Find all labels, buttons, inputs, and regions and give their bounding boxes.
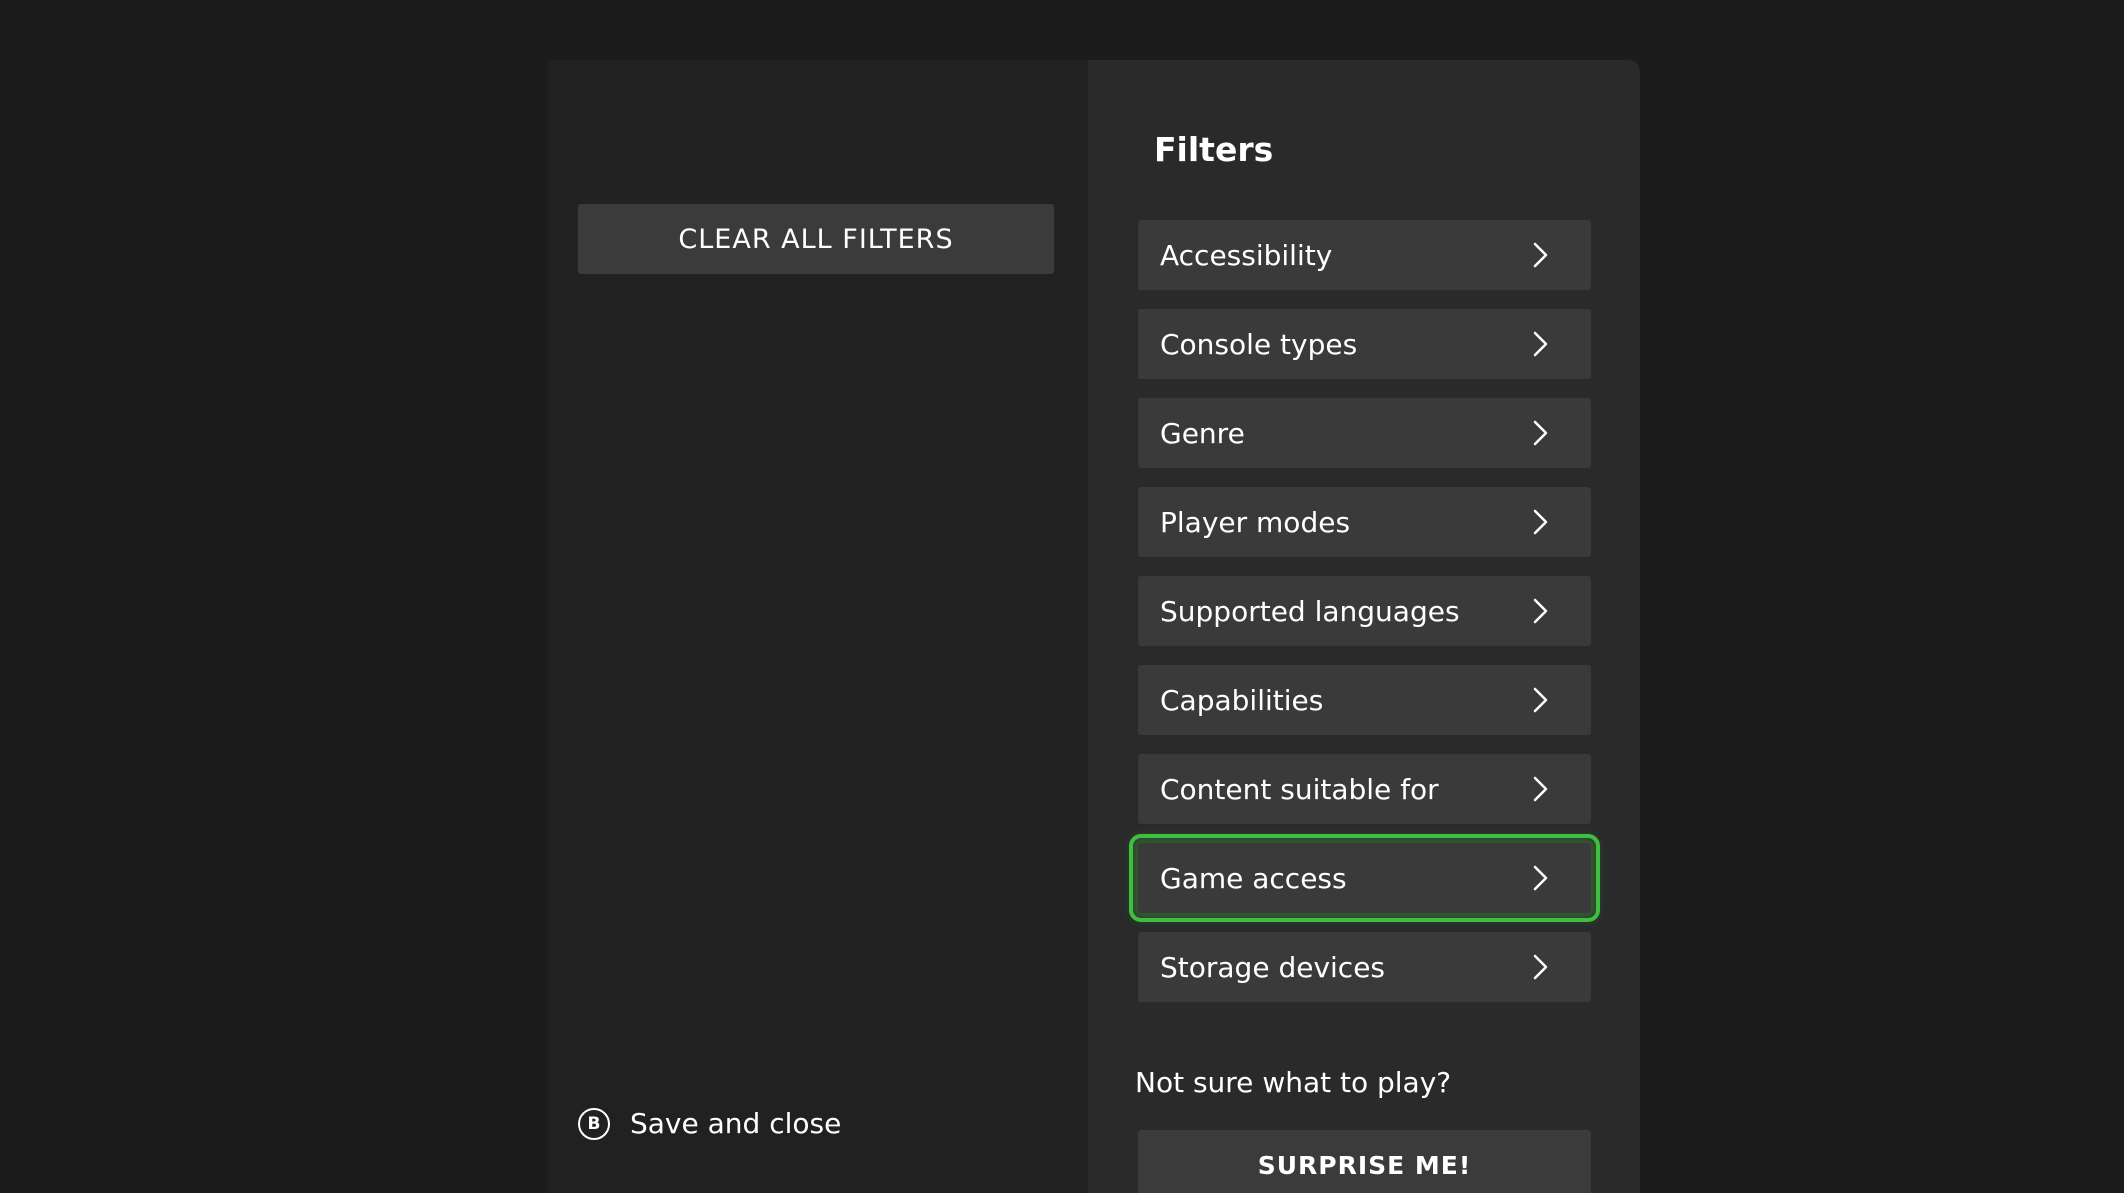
filter-accessibility[interactable]: Accessibility bbox=[1138, 220, 1591, 290]
filter-supported-languages[interactable]: Supported languages bbox=[1138, 576, 1591, 646]
chevron-right-icon bbox=[1533, 420, 1548, 446]
not-sure-prompt: Not sure what to play? bbox=[1135, 1066, 1452, 1099]
chevron-right-icon bbox=[1533, 598, 1548, 624]
surprise-me-button[interactable]: SURPRISE ME! bbox=[1138, 1130, 1591, 1193]
filter-list: Accessibility Console types Genre Player… bbox=[1129, 220, 1600, 1021]
filter-label: Storage devices bbox=[1160, 950, 1386, 984]
chevron-right-icon bbox=[1533, 687, 1548, 713]
filter-label: Accessibility bbox=[1160, 238, 1333, 272]
chevron-right-icon bbox=[1533, 242, 1548, 268]
filter-label: Player modes bbox=[1160, 505, 1351, 539]
filters-title: Filters bbox=[1154, 130, 1274, 169]
chevron-right-icon bbox=[1533, 865, 1548, 891]
chevron-right-icon bbox=[1533, 509, 1548, 535]
chevron-right-icon bbox=[1533, 954, 1548, 980]
filter-capabilities[interactable]: Capabilities bbox=[1138, 665, 1591, 735]
filter-content-suitable-for[interactable]: Content suitable for bbox=[1138, 754, 1591, 824]
filter-storage-devices[interactable]: Storage devices bbox=[1138, 932, 1591, 1002]
filter-label: Supported languages bbox=[1160, 594, 1460, 628]
chevron-right-icon bbox=[1533, 776, 1548, 802]
filter-label: Capabilities bbox=[1160, 683, 1324, 717]
filter-genre[interactable]: Genre bbox=[1138, 398, 1591, 468]
filter-console-types[interactable]: Console types bbox=[1138, 309, 1591, 379]
b-button-icon: B bbox=[578, 1107, 610, 1140]
save-and-close-hint[interactable]: B Save and close bbox=[578, 1107, 841, 1140]
save-and-close-label: Save and close bbox=[630, 1107, 842, 1140]
chevron-right-icon bbox=[1533, 331, 1548, 357]
filter-label: Console types bbox=[1160, 327, 1358, 361]
filter-label: Content suitable for bbox=[1160, 772, 1439, 806]
filter-label: Genre bbox=[1160, 416, 1245, 450]
filter-player-modes[interactable]: Player modes bbox=[1138, 487, 1591, 557]
filters-screen: CLEAR ALL FILTERS Filters Accessibility … bbox=[0, 0, 2124, 1193]
filter-label: Game access bbox=[1160, 861, 1347, 895]
filter-game-access[interactable]: Game access bbox=[1129, 834, 1600, 922]
clear-all-filters-button[interactable]: CLEAR ALL FILTERS bbox=[578, 204, 1054, 274]
